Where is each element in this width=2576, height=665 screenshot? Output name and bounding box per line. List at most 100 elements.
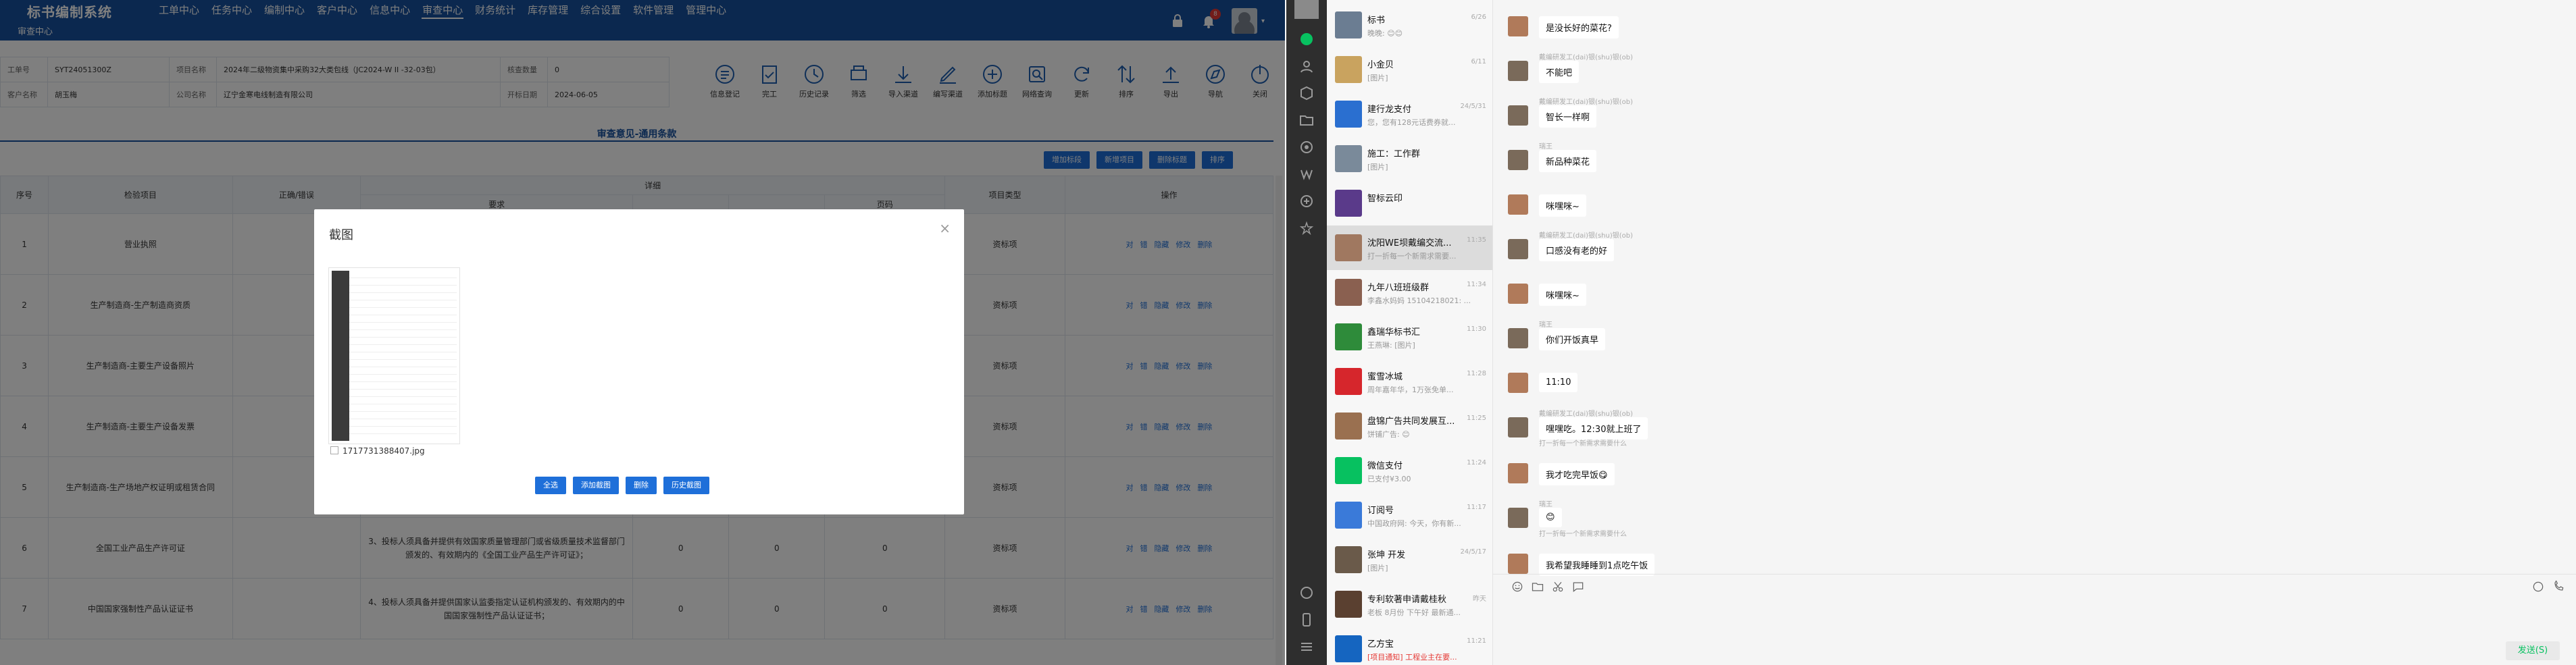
message-avatar[interactable] (1508, 463, 1528, 483)
history-screenshot-button[interactable]: 历史截图 (663, 477, 709, 494)
chat-time: 11:30 (1467, 325, 1486, 333)
phone-icon[interactable] (1298, 612, 1315, 628)
chat-preview: [图片] (1367, 564, 1388, 573)
chat-avatar (1335, 234, 1362, 261)
collections-icon[interactable] (1298, 85, 1315, 101)
message-bubble[interactable]: 你们开饭真早 (1539, 328, 1606, 350)
chat-preview: 饼铺广告: 😊 (1367, 430, 1410, 439)
message-bubble[interactable]: 我希望我睡睡到1点吃午饭 (1539, 554, 1655, 576)
mini-programs-bottom-icon[interactable] (1298, 585, 1315, 601)
contacts-icon[interactable] (1298, 58, 1315, 74)
chat-name: 小金贝 (1367, 60, 1394, 70)
screenshot-dialog: 截图 × 1717731388407.jpg 全选 添加截图 删除 历史截图 (314, 209, 964, 514)
message-sender: 戴编研发工(dai)银(shu)银(ob) (1539, 99, 1634, 106)
chat-name: 九年八班班级群 (1367, 283, 1430, 293)
chat-list-item[interactable]: 施工：工作群 [图片] (1327, 136, 1492, 181)
delete-button[interactable]: 删除 (626, 477, 657, 494)
chat-avatar (1335, 56, 1362, 83)
chat-name: 鑫瑞华标书汇 (1367, 327, 1421, 338)
message-bubble[interactable]: 咪嘿咪~ (1539, 194, 1586, 217)
voice-call-icon[interactable] (2531, 580, 2545, 593)
message-bubble[interactable]: 😊 (1539, 508, 1562, 527)
channels-icon[interactable] (1298, 220, 1315, 236)
messenger-sidebar (1286, 0, 1327, 665)
chat-list-item[interactable]: 鑫瑞华标书汇 11:30 王燕琳: [图片] (1327, 315, 1492, 359)
search-icon[interactable] (1298, 166, 1315, 182)
message-avatar[interactable] (1508, 239, 1528, 259)
thumbnail-checkbox[interactable] (330, 446, 338, 454)
message-bubble[interactable]: 智长一样啊 (1539, 105, 1597, 128)
chat-history-icon[interactable] (1571, 580, 1585, 593)
message-avatar[interactable] (1508, 328, 1528, 348)
chat-time: 11:35 (1467, 236, 1486, 244)
chat-time: 昨天 (1473, 595, 1486, 603)
my-avatar[interactable] (1294, 0, 1319, 19)
chat-avatar (1335, 457, 1362, 484)
chat-avatar (1335, 101, 1362, 128)
message-avatar[interactable] (1508, 284, 1528, 304)
chat-time: 24/5/31 (1460, 103, 1486, 110)
message-avatar[interactable] (1508, 373, 1528, 393)
message-bubble[interactable]: 新品种菜花 (1539, 150, 1597, 172)
chat-preview: 晚晚: 😊😊 (1367, 29, 1403, 38)
chat-list-item[interactable]: 建行龙支付 24/5/31 您，您有128元话费券就... (1327, 92, 1492, 136)
message-bubble[interactable]: 嘿嘿吃。12:30就上班了 (1539, 417, 1648, 440)
message-bubble[interactable]: 不能吧 (1539, 61, 1580, 83)
select-all-button[interactable]: 全选 (535, 477, 566, 494)
chat-list-item[interactable]: 九年八班班级群 11:34 李鑫水妈妈 15104218021: ... (1327, 270, 1492, 315)
chat-list-item[interactable]: 智标云印 (1327, 181, 1492, 225)
screenshot-thumbnail[interactable] (328, 267, 460, 444)
emoji-icon[interactable] (1511, 580, 1524, 593)
chat-list-item[interactable]: 专利软著申请戴桂秋 昨天 老板 8月份 下午好 最新通... (1327, 582, 1492, 627)
moments-icon[interactable] (1298, 139, 1315, 155)
quoted-message: 打一折每一个新需求需要什么 (1539, 440, 1627, 448)
chat-preview: [图片] (1367, 74, 1388, 82)
menu-icon[interactable] (1298, 639, 1315, 655)
chat-name: 订阅号 (1367, 506, 1394, 516)
message-avatar[interactable] (1508, 16, 1528, 36)
message-bubble[interactable]: 口感没有老的好 (1539, 239, 1615, 261)
mini-program-icon[interactable] (1298, 193, 1315, 209)
add-screenshot-button[interactable]: 添加截图 (573, 477, 619, 494)
chat-avatar (1335, 635, 1362, 662)
chat-list-item[interactable]: 小金贝 6/11 [图片] (1327, 47, 1492, 92)
chat-list-item[interactable]: 盘锦广告共同发展互... 11:25 饼铺广告: 😊 (1327, 404, 1492, 448)
chat-avatar (1335, 368, 1362, 395)
chat-list-item[interactable]: 标书 6/26 晚晚: 😊😊 (1327, 3, 1492, 47)
chat-list-item[interactable]: 蜜雪冰城 11:28 周年嘉年华，1万张免单... (1327, 359, 1492, 404)
folder-icon[interactable] (1298, 112, 1315, 128)
message-bubble[interactable]: 我才吃完早饭😋 (1539, 463, 1615, 485)
message-bubble[interactable]: 是没长好的菜花? (1539, 16, 1619, 38)
scissors-icon[interactable] (1551, 580, 1565, 593)
chat-list: 标书 6/26 晚晚: 😊😊 小金贝 6/11 [图片] 建行龙支付 24/5/31 您，您有1… (1327, 0, 1493, 665)
chat-name: 沈阳WE坝戴编交流... (1367, 238, 1452, 248)
send-button[interactable]: 发送(S) (2506, 641, 2560, 660)
chat-list-item[interactable]: 微信支付 11:24 已支付¥3.00 (1327, 448, 1492, 493)
chat-conversation: 是没长好的菜花? 戴编研发工(dai)银(shu)银(ob) 不能吧 戴编研发工(da… (1493, 0, 2576, 665)
message-sender: 戴编研发工(dai)银(shu)银(ob) (1539, 54, 1634, 61)
close-icon[interactable]: × (939, 220, 951, 236)
thumbnail-content (332, 271, 457, 441)
chat-list-item[interactable]: 沈阳WE坝戴编交流... 11:35 打一折每一个新需求需要... (1327, 225, 1492, 270)
message-avatar[interactable] (1508, 417, 1528, 437)
chat-avatar (1335, 190, 1362, 217)
message-bubble[interactable]: 咪嘿咪~ (1539, 284, 1586, 306)
message-avatar[interactable] (1508, 194, 1528, 215)
message-avatar[interactable] (1508, 554, 1528, 574)
chat-list-item[interactable]: 乙方宝 11:21 [项目通知] 工程业主在要... (1327, 627, 1492, 665)
chat-list-item[interactable]: 张坤 开发 24/5/17 [图片] (1327, 537, 1492, 582)
message-avatar[interactable] (1508, 61, 1528, 81)
message-avatar[interactable] (1508, 150, 1528, 170)
chat-icon[interactable] (1298, 31, 1315, 47)
quoted-message: 打一折每一个新需求需要什么 (1539, 531, 1627, 538)
chat-preview: 打一折每一个新需求需要... (1367, 252, 1457, 261)
chat-list-item[interactable]: 订阅号 11:17 中国政府网: 今天，你有新... (1327, 493, 1492, 537)
chat-time: 11:21 (1467, 637, 1486, 645)
message-bubble[interactable]: 11:10 (1539, 373, 1578, 392)
message-avatar[interactable] (1508, 508, 1528, 528)
bid-system-app: 标书编制系统 工单中心任务中心编制中心客户中心信息中心审查中心财务统计库存管理综… (0, 0, 1285, 665)
folder-icon[interactable] (1531, 580, 1544, 593)
message-avatar[interactable] (1508, 105, 1528, 126)
chat-avatar (1335, 279, 1362, 306)
video-call-icon[interactable] (2552, 580, 2565, 593)
